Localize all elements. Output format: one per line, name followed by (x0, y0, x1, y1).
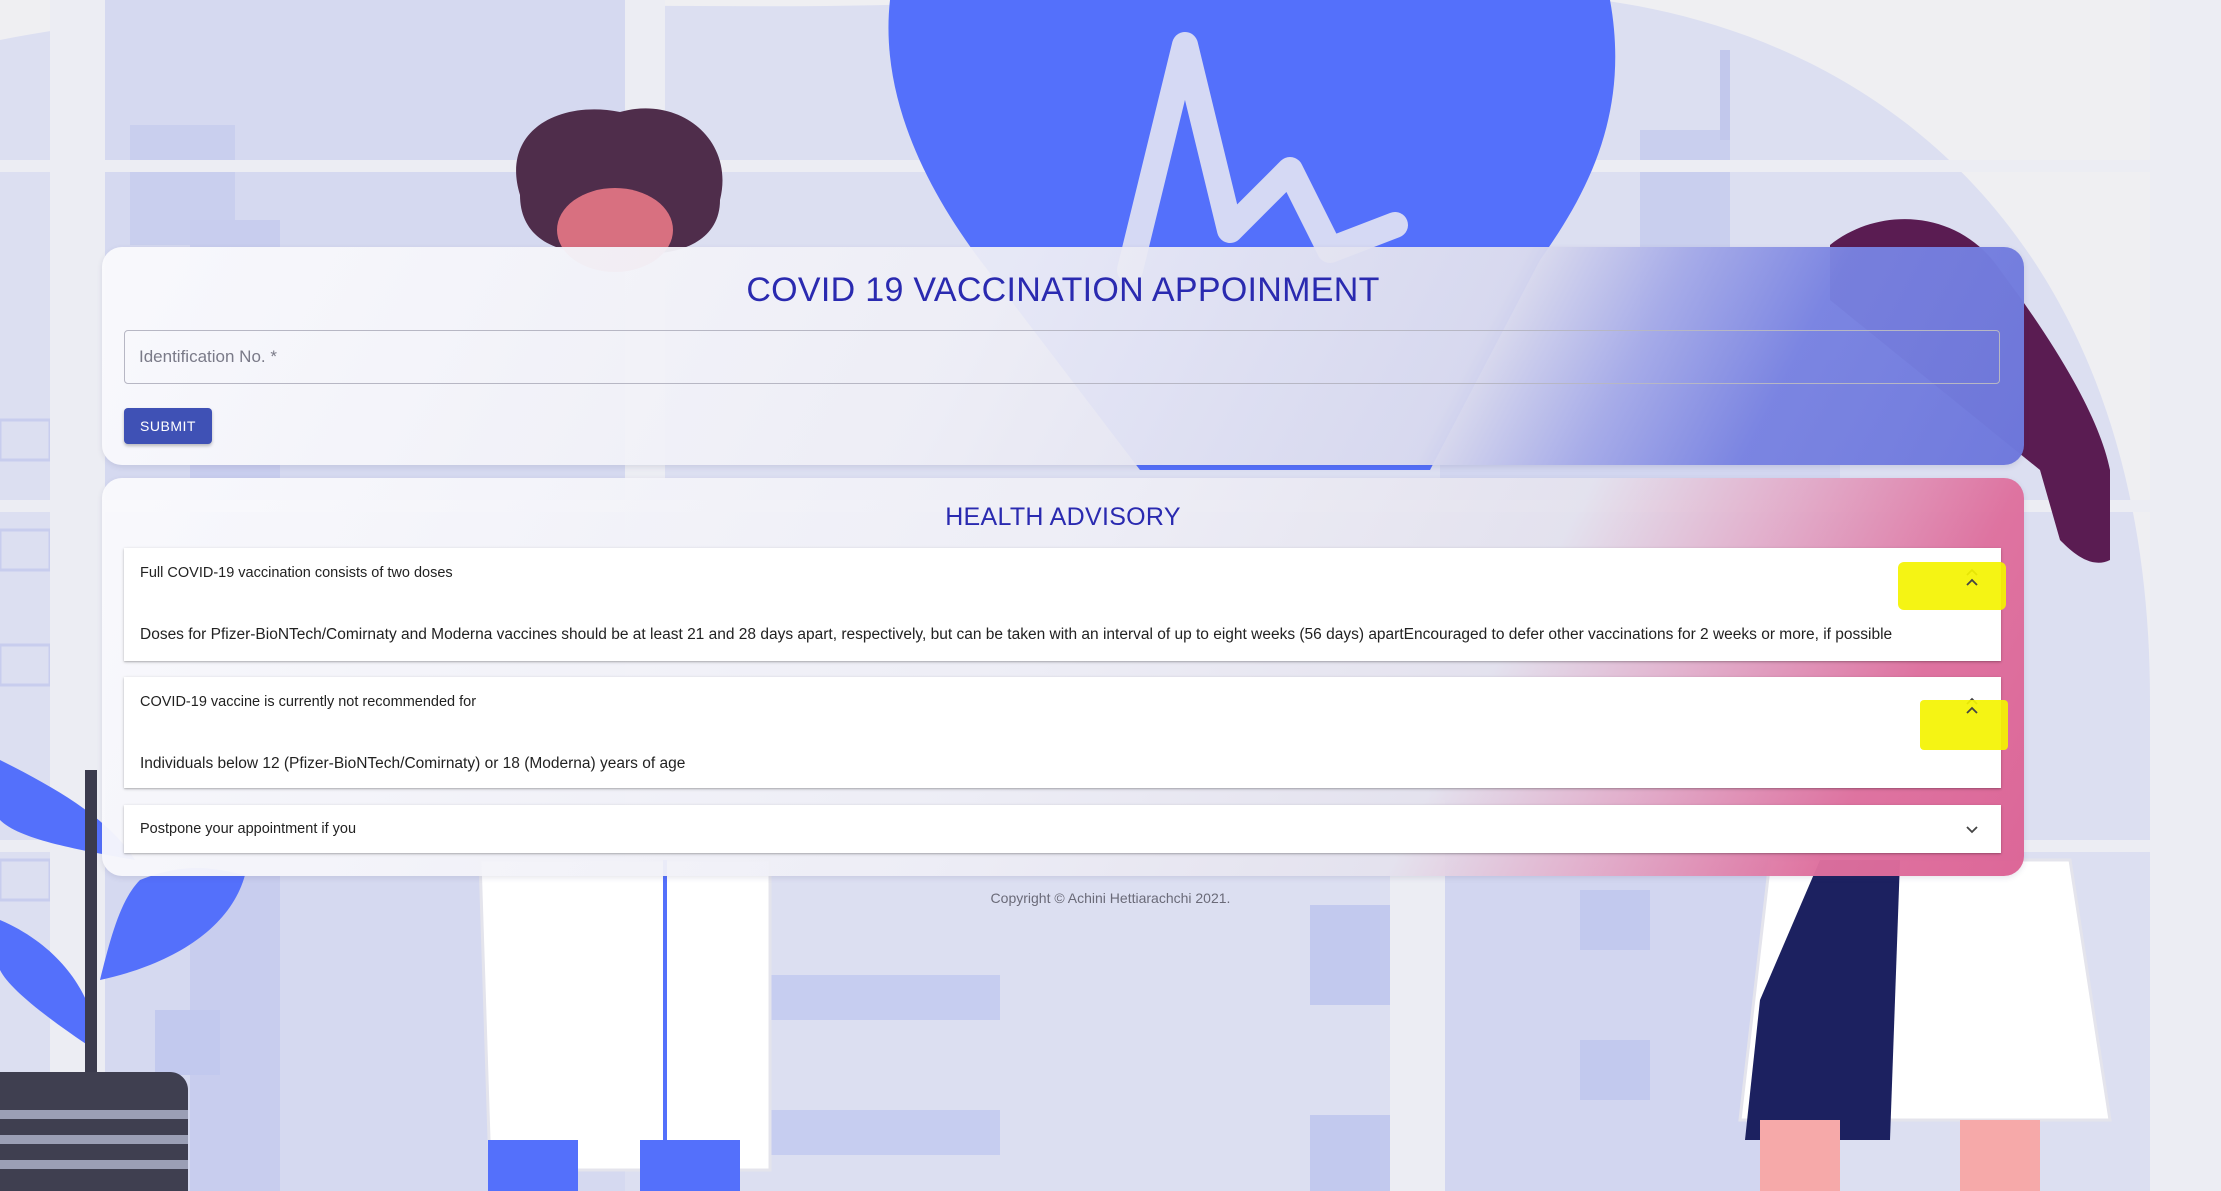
accordion-header[interactable]: Full COVID-19 vaccination consists of tw… (140, 548, 2001, 598)
accordion-body: Doses for Pfizer-BioNTech/Comirnaty and … (140, 626, 1893, 643)
health-advisory-card: HEALTH ADVISORY Full COVID-19 vaccinatio… (102, 478, 2024, 876)
accordion-header[interactable]: COVID-19 vaccine is currently not recomm… (140, 677, 2001, 727)
accordion-item-postpone: Postpone your appointment if you (124, 805, 2001, 853)
footer-copyright: Copyright © Achini Hettiarachchi 2021. (990, 890, 1231, 906)
appointment-form-card: COVID 19 VACCINATION APPOINMENT SUBMIT (102, 247, 2024, 465)
page-title: COVID 19 VACCINATION APPOINMENT (746, 271, 1380, 309)
chevron-up-icon[interactable] (1963, 702, 1981, 720)
identification-field[interactable] (124, 330, 2000, 384)
highlight-mark (1898, 562, 2006, 610)
section-title: HEALTH ADVISORY (945, 503, 1181, 531)
accordion-header[interactable]: Postpone your appointment if you (140, 805, 2001, 853)
identification-input[interactable] (125, 331, 1999, 383)
chevron-down-icon[interactable] (1963, 820, 1981, 838)
accordion-body: Individuals below 12 (Pfizer-BioNTech/Co… (140, 755, 686, 772)
accordion-item-doses: Full COVID-19 vaccination consists of tw… (124, 548, 2001, 661)
chevron-up-icon[interactable] (1963, 574, 1981, 592)
submit-button[interactable]: SUBMIT (124, 408, 212, 444)
accordion-item-not-recommended: COVID-19 vaccine is currently not recomm… (124, 677, 2001, 788)
